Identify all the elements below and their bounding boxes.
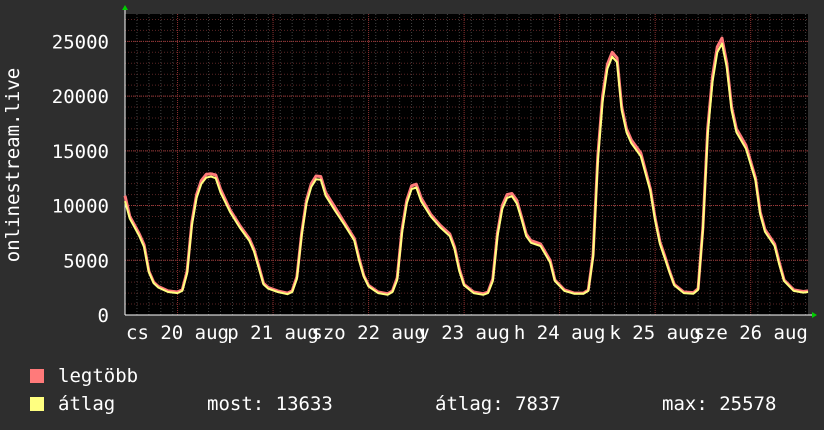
stat-average-value: 7837 [515, 393, 561, 415]
legend-row-avg-series: átlag most: 13633 átlag: 7837 max: 25578 [30, 390, 776, 418]
line-chart: 0 5000 10000 15000 20000 25000 cs 20 augp 21 a… [2, 5, 817, 344]
stat-max: max: 25578 [662, 390, 776, 418]
legend-label-max: legtöbb [58, 365, 139, 387]
x-tick-label: cs 20 aug [126, 322, 229, 344]
x-tick-label: szo 22 aug [311, 322, 425, 344]
legend: legtöbb átlag most: 13633 átlag: 7837 ma… [30, 362, 776, 418]
stat-average-label: átlag: [435, 393, 504, 415]
y-tick-label: 20000 [52, 86, 109, 108]
x-tick-label: sze 26 aug [693, 322, 807, 344]
x-tick-label: h 24 aug [514, 322, 606, 344]
legend-swatch-avg [30, 397, 44, 411]
y-axis-arrow [122, 5, 128, 10]
stat-current-label: most: [207, 393, 265, 415]
legend-row-max-series: legtöbb [30, 362, 138, 390]
stat-max-label: max: [662, 393, 708, 415]
y-tick-label: 10000 [52, 196, 109, 218]
x-tick-label: v 23 aug [418, 322, 510, 344]
y-tick-label: 0 [98, 305, 109, 327]
y-axis-label: onlinestream.live [2, 68, 24, 262]
x-tick-label: p 21 aug [227, 322, 319, 344]
legend-label-avg: átlag [58, 393, 116, 415]
y-tick-label: 5000 [63, 250, 109, 272]
y-tick-label: 25000 [52, 31, 109, 53]
x-tick-label: k 25 aug [609, 322, 701, 344]
legend-swatch-max [30, 369, 44, 383]
stat-current-value: 13633 [275, 393, 333, 415]
y-tick-label: 15000 [52, 141, 109, 163]
stat-current: most: 13633 [207, 390, 333, 418]
x-axis-arrow [812, 312, 817, 318]
stat-average: átlag: 7837 [435, 390, 561, 418]
stat-max-value: 25578 [719, 393, 777, 415]
